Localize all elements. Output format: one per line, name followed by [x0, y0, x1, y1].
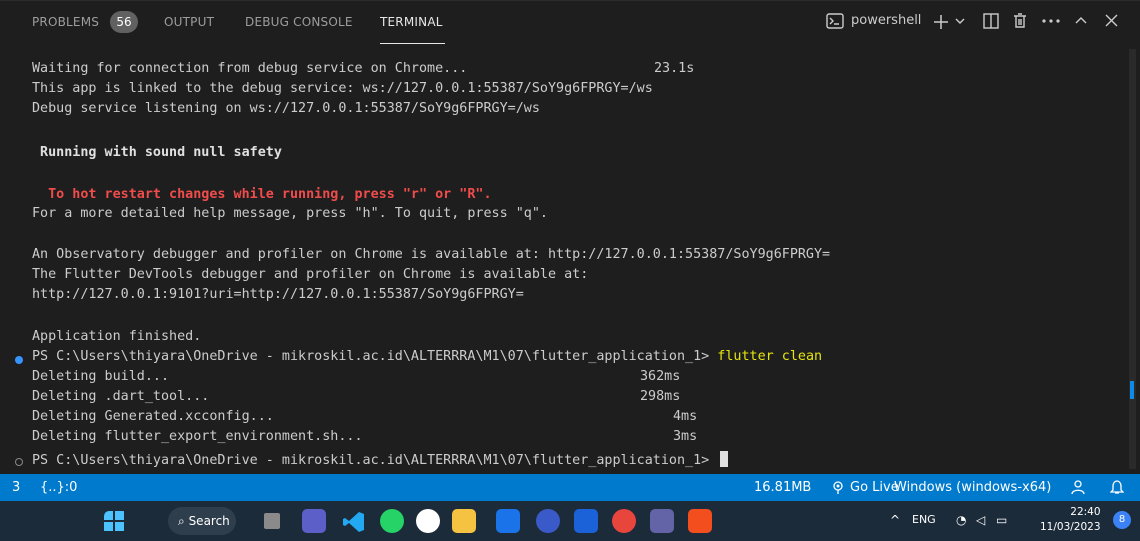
teams-icon[interactable] [650, 509, 674, 533]
tab-output[interactable]: OUTPUT [164, 15, 214, 29]
terminal-warning-line: To hot restart changes while running, pr… [32, 187, 492, 202]
ellipsis-icon[interactable] [1042, 19, 1060, 23]
chevron-up-icon[interactable] [1075, 16, 1087, 24]
mail-icon[interactable] [496, 509, 520, 533]
terminal-line: Waiting for connection from debug servic… [32, 61, 695, 76]
terminal-line: Deleting .dart_tool... 298ms [32, 389, 681, 404]
clock[interactable]: 22:40 11/03/2023 [1040, 505, 1101, 535]
search-icon: ⌕ [178, 514, 185, 528]
terminal-panel: PROBLEMS 56 OUTPUT DEBUG CONSOLE TERMINA… [0, 0, 1140, 475]
terminal-line: An Observatory debugger and profiler on … [32, 247, 831, 262]
terminal-line: Deleting Generated.xcconfig... 4ms [32, 409, 698, 424]
terminal-line: Running with sound null safety [32, 145, 282, 160]
file-explorer-icon[interactable] [452, 509, 476, 533]
bell-icon[interactable] [1110, 479, 1124, 495]
battery-icon[interactable]: ▭ [996, 513, 1007, 527]
chevron-up-icon[interactable]: ^ [890, 513, 900, 527]
terminal-command: flutter clean [717, 349, 823, 364]
tab-terminal[interactable]: TERMINAL [380, 15, 443, 29]
terminal-prompt-line: PS C:\Users\thiyara\OneDrive - mikroskil… [32, 349, 823, 364]
task-view-icon[interactable] [264, 513, 280, 529]
notification-badge[interactable]: 8 [1113, 511, 1131, 529]
active-tab-indicator [380, 43, 445, 44]
vscode-icon[interactable] [342, 510, 366, 534]
terminal-line: Deleting build... 362ms [32, 369, 681, 384]
whatsapp-icon[interactable] [380, 509, 404, 533]
volume-icon[interactable]: ◁ [976, 513, 985, 527]
terminal-line: The Flutter DevTools debugger and profil… [32, 267, 589, 282]
figma-icon[interactable] [688, 509, 712, 533]
chrome-icon[interactable] [612, 509, 636, 533]
terminal-scrollbar[interactable] [1129, 49, 1136, 469]
terminal-line: Deleting flutter_export_environment.sh..… [32, 429, 698, 444]
clock-time: 22:40 [1070, 506, 1101, 518]
problems-count-badge: 56 [110, 11, 138, 33]
shell-label[interactable]: powershell [851, 13, 921, 28]
split-icon[interactable] [983, 13, 999, 29]
search-label: Search [188, 514, 230, 528]
prompt-success-dot [15, 356, 23, 364]
go-live-button[interactable]: Go Live [850, 480, 899, 495]
chevron-down-icon[interactable] [955, 17, 965, 25]
wifi-icon[interactable]: ◔ [956, 513, 966, 527]
terminal-line: Application finished. [32, 329, 202, 344]
dropbox-icon[interactable] [574, 509, 598, 533]
clock-date: 11/03/2023 [1040, 521, 1101, 533]
account-icon[interactable] [1070, 479, 1086, 495]
taskbar-search[interactable]: ⌕ Search [168, 507, 236, 535]
status-item[interactable]: {..}:0 [40, 480, 77, 495]
status-bar: 3 {..}:0 16.81MB Go Live Windows (window… [0, 474, 1140, 501]
terminal-line: For a more detailed help message, press … [32, 206, 548, 221]
teams-chat-icon[interactable] [302, 509, 326, 533]
tab-problems[interactable]: PROBLEMS [32, 15, 99, 29]
app-icon[interactable] [536, 509, 560, 533]
terminal-icon [826, 13, 844, 29]
prompt-idle-dot [15, 458, 23, 466]
memory-usage: 16.81MB [754, 480, 812, 495]
platform-label[interactable]: Windows (windows-x64) [894, 480, 1051, 495]
language-indicator[interactable]: ENG [912, 513, 936, 526]
github-icon[interactable] [416, 509, 440, 533]
tab-debug-console[interactable]: DEBUG CONSOLE [245, 15, 353, 29]
terminal-line: Debug service listening on ws://127.0.0.… [32, 101, 540, 116]
plus-icon[interactable] [932, 13, 950, 31]
panel-tabs: PROBLEMS 56 OUTPUT DEBUG CONSOLE TERMINA… [0, 1, 1140, 47]
broadcast-icon [833, 481, 843, 494]
terminal-line: This app is linked to the debug service:… [32, 81, 653, 96]
trash-icon[interactable] [1013, 12, 1027, 29]
terminal-prompt-line[interactable]: PS C:\Users\thiyara\OneDrive - mikroskil… [32, 451, 729, 468]
close-icon[interactable] [1105, 14, 1118, 27]
status-item[interactable]: 3 [12, 480, 20, 495]
windows-start-icon[interactable] [104, 511, 128, 535]
terminal-line: http://127.0.0.1:9101?uri=http://127.0.0… [32, 287, 524, 302]
windows-taskbar: ⌕ Search ^ ENG ◔ ◁ ▭ 22:40 11/03/2023 8 [0, 501, 1140, 541]
scrollbar-thumb[interactable] [1130, 381, 1134, 399]
terminal-cursor [720, 451, 729, 467]
